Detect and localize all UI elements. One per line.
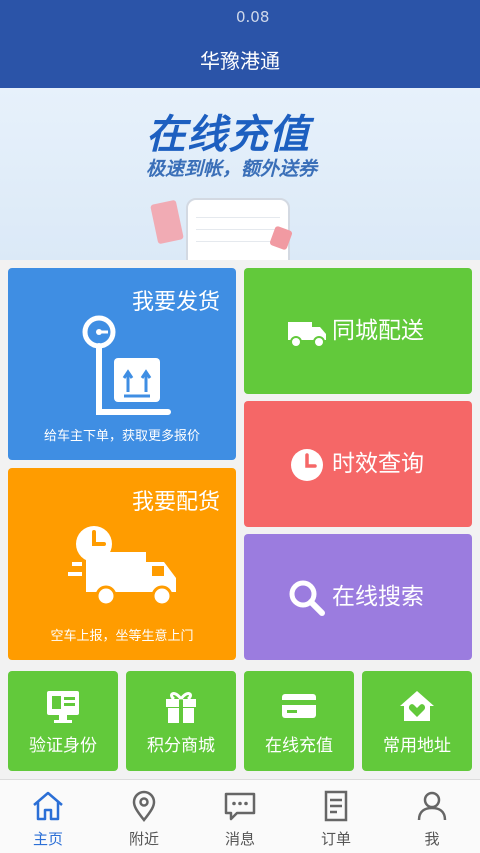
tab-me[interactable]: 我 — [384, 780, 480, 853]
send-goods-tile[interactable]: 我要发货 给车主下单，获取更多报价 — [8, 268, 236, 460]
truck-icon — [288, 322, 326, 348]
id-card-icon — [47, 691, 79, 723]
time-query-label: 时效查询 — [332, 451, 424, 477]
match-goods-desc: 空车上报，坐等生意上门 — [50, 629, 194, 644]
truck-clock-icon — [68, 526, 176, 607]
online-search-tile[interactable]: 在线搜索 — [244, 534, 472, 660]
banner-subtitle: 极速到帐，额外送券 — [146, 158, 318, 180]
location-pin-icon — [132, 790, 156, 822]
online-recharge-label: 在线充值 — [265, 736, 333, 756]
gift-icon — [166, 692, 196, 723]
app-title: 华豫港通 — [0, 36, 480, 88]
tab-home[interactable]: 主页 — [0, 780, 96, 853]
tab-nearby-label: 附近 — [128, 830, 159, 848]
match-goods-tile[interactable]: 我要配货 空车上报，坐等生意上门 — [8, 468, 236, 660]
send-goods-label: 我要发货 — [131, 290, 220, 315]
tab-messages[interactable]: 消息 — [192, 780, 288, 853]
network-speed: 0.08 — [236, 8, 270, 26]
home-icon — [33, 791, 63, 821]
tab-nearby[interactable]: 附近 — [96, 780, 192, 853]
search-icon — [289, 580, 325, 616]
home-heart-icon — [400, 691, 434, 721]
common-address-button[interactable]: 常用地址 — [362, 671, 472, 771]
online-recharge-button[interactable]: 在线充值 — [244, 671, 354, 771]
points-mall-label: 积分商城 — [147, 736, 215, 756]
verify-identity-label: 验证身份 — [29, 736, 97, 756]
time-query-tile[interactable]: 时效查询 — [244, 401, 472, 527]
message-icon — [224, 792, 256, 821]
promo-banner[interactable]: 在线充值 极速到帐，额外送券 — [0, 88, 480, 260]
match-goods-label: 我要配货 — [131, 490, 220, 515]
card-icon — [282, 694, 316, 718]
order-icon — [324, 790, 348, 822]
send-goods-desc: 给车主下单，获取更多报价 — [43, 429, 200, 444]
status-bar: 0.08 — [0, 0, 480, 36]
clock-icon — [291, 449, 323, 481]
tab-home-label: 主页 — [32, 830, 63, 848]
tab-messages-label: 消息 — [224, 830, 255, 848]
points-mall-button[interactable]: 积分商城 — [126, 671, 236, 771]
banner-title: 在线充值 — [146, 112, 310, 158]
tab-orders[interactable]: 订单 — [288, 780, 384, 853]
city-delivery-tile[interactable]: 同城配送 — [244, 268, 472, 394]
online-search-label: 在线搜索 — [332, 584, 424, 610]
bottom-tab-bar: 主页 附近 消息 订单 我 — [0, 779, 480, 853]
verify-identity-button[interactable]: 验证身份 — [8, 671, 118, 771]
tab-orders-label: 订单 — [320, 830, 351, 848]
coupon-decoration — [150, 199, 184, 245]
tab-me-label: 我 — [424, 830, 440, 848]
user-icon — [417, 791, 447, 821]
common-address-label: 常用地址 — [383, 736, 451, 756]
scale-box-icon — [82, 315, 171, 415]
city-delivery-label: 同城配送 — [332, 318, 424, 344]
